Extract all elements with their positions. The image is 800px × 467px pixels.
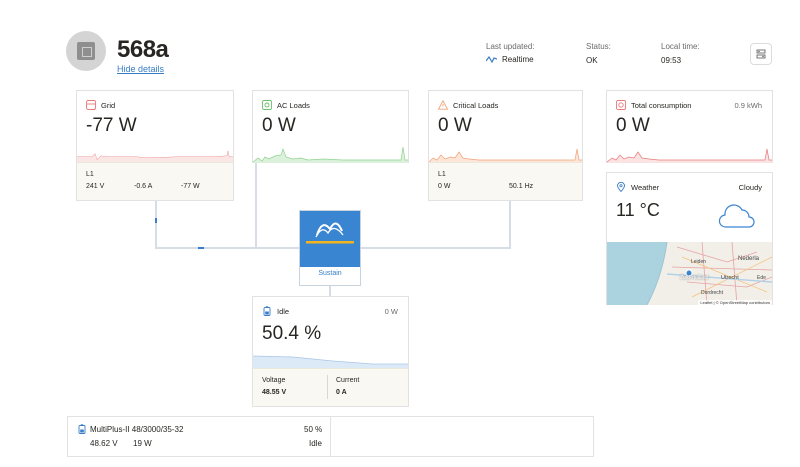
grid-current: -0.6 A <box>134 183 153 190</box>
multiplus-battery-icon <box>78 424 86 434</box>
map-label-leiden: Leiden <box>691 259 707 265</box>
total-consumption-card[interactable]: Total consumption 0.9 kWh 0 W <box>606 90 773 163</box>
local-time-label: Local time: <box>661 42 700 51</box>
map-label-nederland: Nederla <box>738 256 760 262</box>
critical-loads-sparkline <box>429 148 582 163</box>
battery-card[interactable]: Idle 0 W 50.4 % Voltage 48.55 V Current … <box>252 296 409 407</box>
multiplus-power: 19 W <box>133 439 152 448</box>
battery-sparkline <box>253 355 408 369</box>
battery-state: Idle <box>277 307 290 316</box>
device-avatar <box>66 31 106 71</box>
grid-flow-dot <box>155 218 157 223</box>
settings-icon <box>756 49 766 59</box>
battery-footer: Voltage 48.55 V Current 0 A <box>253 368 408 406</box>
battery-footer-divider <box>327 375 328 399</box>
grid-wire <box>155 200 157 248</box>
battery-voltage-label: Voltage <box>262 377 286 384</box>
device-chip-icon <box>77 42 95 60</box>
map-label-zuid-holland: Zuid-Holland <box>680 275 709 281</box>
grid-phase: L1 <box>86 171 94 178</box>
weather-condition: Cloudy <box>738 183 762 192</box>
last-updated-label: Last updated: <box>486 42 535 51</box>
status-value: OK <box>586 56 598 65</box>
total-consumption-power: 0 W <box>616 115 650 136</box>
map-tiles <box>607 242 772 305</box>
map-label-ede: Ede <box>757 275 766 281</box>
battery-icon <box>263 306 271 316</box>
critical-loads-footer: L1 0 W 50.1 Hz <box>429 162 582 200</box>
grid-card[interactable]: Grid -77 W L1 241 V -0.6 A -77 W <box>76 90 234 201</box>
device-name: 568a <box>117 36 169 63</box>
battery-current-label: Current <box>336 377 360 384</box>
realtime-indicator: Realtime <box>486 55 534 64</box>
multiplus-voltage: 48.62 V <box>90 439 118 448</box>
warning-icon <box>438 100 448 110</box>
multiplus-panel[interactable]: MultiPlus-II 48/3000/35-32 50 % 48.62 V … <box>67 416 594 457</box>
battery-soc: 50.4 % <box>262 323 322 344</box>
inverter-to-battery-wire <box>329 286 331 296</box>
total-consumption-title: Total consumption <box>631 101 692 110</box>
map-label-dordrecht: Dordrecht <box>701 290 723 296</box>
grid-flow-dash <box>198 247 204 249</box>
grid-voltage: 241 V <box>86 183 105 190</box>
inverter-to-critical-wire <box>361 247 511 249</box>
layout-toggle-button[interactable] <box>750 43 772 65</box>
weather-temperature: 11 °C <box>616 200 660 220</box>
weather-card[interactable]: Weather Cloudy 11 °C Leiden Nederla Zuid… <box>606 172 773 305</box>
battery-voltage-value: 48.55 V <box>262 389 287 396</box>
critical-loads-wire <box>509 200 511 249</box>
last-updated-value: Realtime <box>502 55 534 64</box>
map-label-utrecht: Utrecht <box>721 275 739 281</box>
grid-footer: L1 241 V -0.6 A -77 W <box>77 162 233 200</box>
critical-loads-card[interactable]: Critical Loads 0 W L1 0 W 50.1 Hz <box>428 90 583 201</box>
map-attribution[interactable]: Leaflet | © OpenStreetMap contributors <box>698 300 772 305</box>
pulse-icon <box>486 56 497 63</box>
critical-loads-phase: L1 <box>438 171 446 178</box>
multiplus-divider <box>330 417 331 456</box>
multiplus-name: MultiPlus-II 48/3000/35-32 <box>90 425 184 434</box>
ac-loads-power: 0 W <box>262 115 296 136</box>
critical-loads-power: 0 W <box>438 115 472 136</box>
ac-loads-sparkline <box>253 146 408 163</box>
inverter-node[interactable]: Sustain <box>299 210 361 286</box>
cloud-icon <box>718 204 755 228</box>
victron-logo-icon <box>306 222 354 244</box>
battery-current-value: 0 A <box>336 389 347 396</box>
multiplus-state: Idle <box>309 439 322 448</box>
total-consumption-sparkline <box>607 148 772 163</box>
weather-title: Weather <box>631 183 660 192</box>
inverter-logo-panel <box>300 211 360 267</box>
total-consumption-energy: 0.9 kWh <box>734 101 762 110</box>
critical-loads-phase-power: 0 W <box>438 183 451 190</box>
hide-details-link[interactable]: Hide details <box>117 64 164 74</box>
status-label: Status: <box>586 42 611 51</box>
critical-loads-title: Critical Loads <box>453 101 499 110</box>
grid-icon <box>86 100 96 110</box>
ac-loads-card[interactable]: AC Loads 0 W <box>252 90 409 163</box>
critical-loads-frequency: 50.1 Hz <box>509 183 534 190</box>
inverter-mode: Sustain <box>318 270 342 277</box>
consumption-icon <box>616 100 626 110</box>
grid-title: Grid <box>101 101 116 110</box>
ac-loads-wire <box>255 162 257 248</box>
multiplus-percent: 50 % <box>304 425 323 434</box>
grid-phase-power: -77 W <box>181 183 200 190</box>
weather-map[interactable]: Leiden Nederla Zuid-Holland Utrecht Ede … <box>607 242 772 305</box>
battery-power: 0 W <box>384 307 398 316</box>
ac-loads-title: AC Loads <box>277 101 310 110</box>
location-pin-icon <box>617 182 625 192</box>
local-time-value: 09:53 <box>661 56 682 65</box>
grid-power: -77 W <box>86 115 137 136</box>
ac-loads-icon <box>262 100 272 110</box>
grid-to-inverter-wire <box>155 247 300 249</box>
